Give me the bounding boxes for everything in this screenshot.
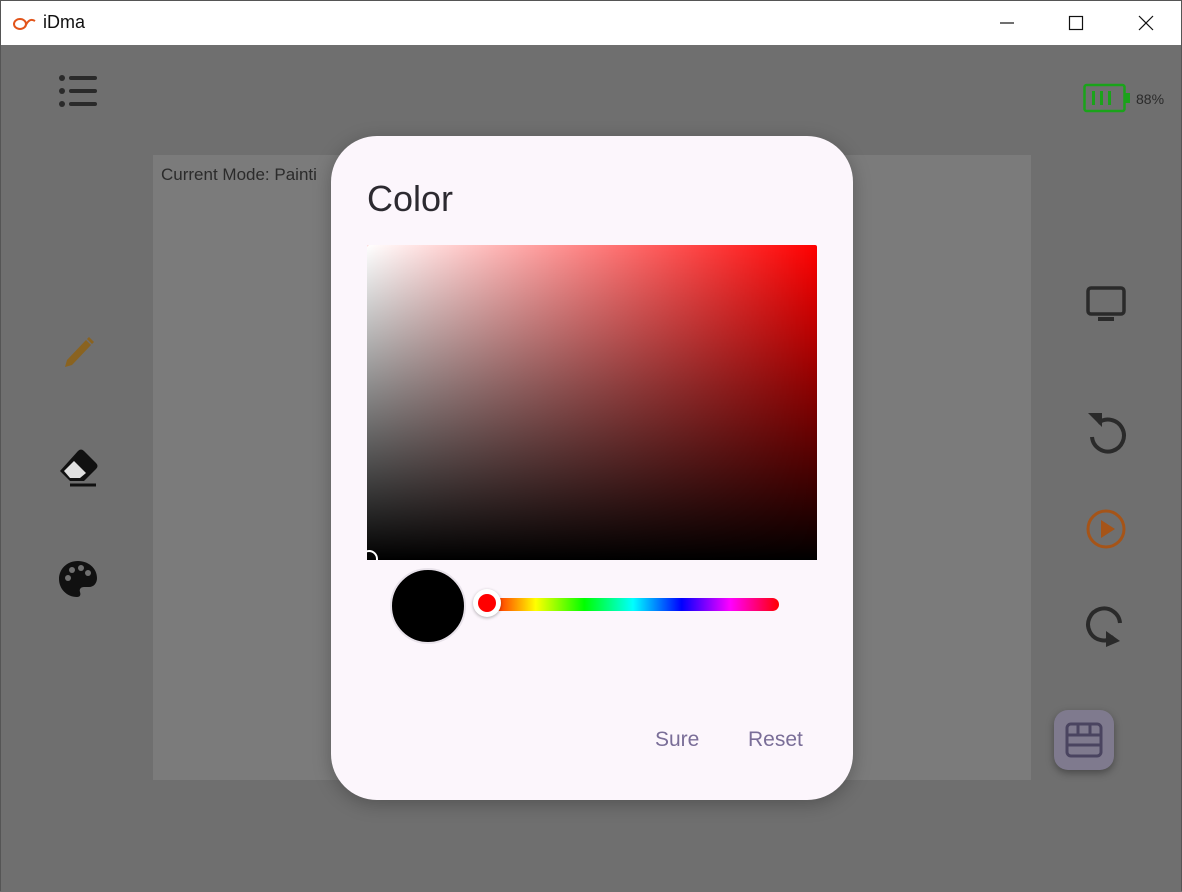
keyboard-button[interactable]	[1054, 710, 1114, 770]
hue-slider[interactable]	[473, 589, 779, 617]
monitor-icon[interactable]	[1085, 285, 1127, 325]
color-picker-dialog: Color Sure Reset	[331, 136, 853, 800]
play-icon[interactable]	[1084, 507, 1128, 551]
close-button[interactable]	[1117, 1, 1175, 45]
battery-icon	[1083, 83, 1130, 113]
battery-percentage: 88%	[1136, 91, 1165, 107]
pencil-icon[interactable]	[61, 335, 95, 371]
dialog-title: Color	[367, 178, 454, 219]
hue-slider-thumb[interactable]	[473, 589, 501, 617]
reset-button[interactable]: Reset	[748, 728, 803, 752]
minimize-icon	[1000, 22, 1014, 24]
eraser-icon[interactable]	[56, 443, 100, 489]
sure-button[interactable]: Sure	[655, 728, 699, 752]
sv-black-layer	[367, 245, 817, 560]
app-logo-icon	[13, 18, 36, 30]
title-bar: iDma	[1, 1, 1181, 45]
hue-thumb-color	[478, 594, 496, 612]
rotate-left-icon[interactable]	[1084, 409, 1128, 455]
color-preview-swatch	[390, 568, 466, 644]
maximize-button[interactable]	[1047, 1, 1105, 45]
app-window: iDma Current Mode: Painti 88% Color Sure…	[0, 0, 1182, 892]
battery-indicator: 88%	[1083, 83, 1173, 113]
maximize-icon	[1068, 15, 1084, 31]
saturation-value-picker[interactable]	[367, 245, 817, 560]
keyboard-icon	[1065, 722, 1103, 758]
palette-icon[interactable]	[58, 559, 98, 599]
rotate-right-icon[interactable]	[1084, 603, 1128, 649]
window-title: iDma	[43, 12, 86, 32]
menu-icon[interactable]	[57, 73, 99, 113]
current-mode-label: Current Mode: Painti	[161, 165, 317, 184]
minimize-button[interactable]	[978, 1, 1036, 45]
close-icon	[1138, 15, 1154, 31]
